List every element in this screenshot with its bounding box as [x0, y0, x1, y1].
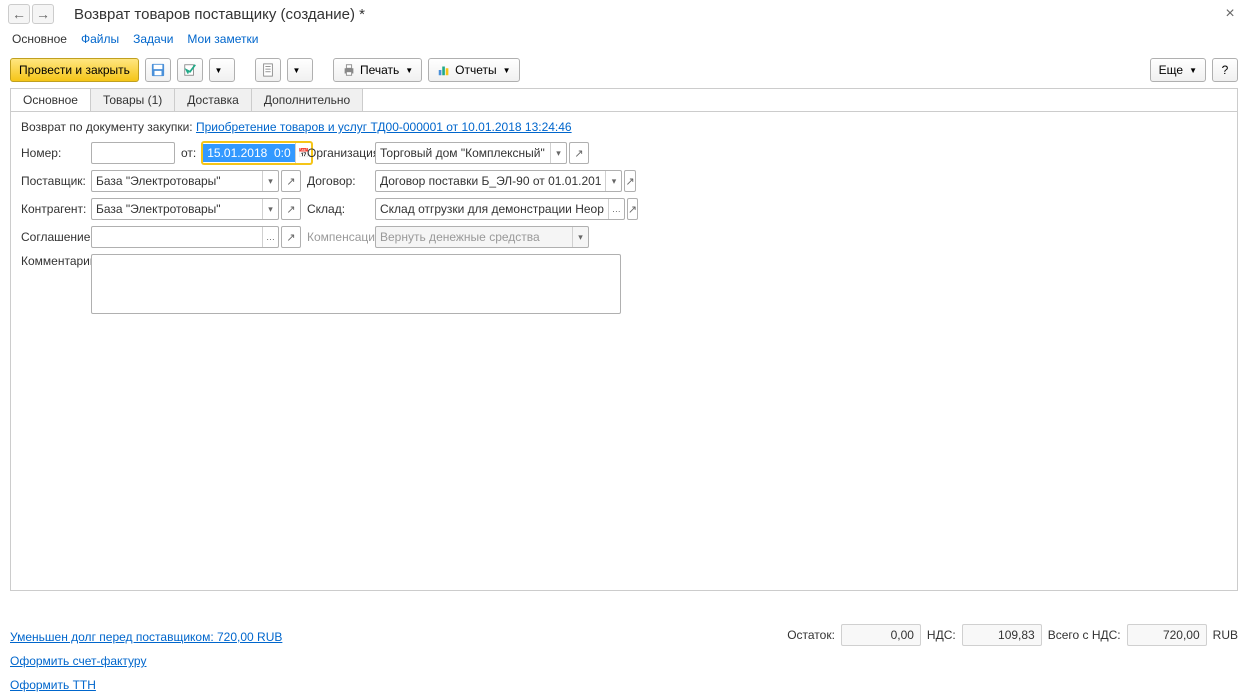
vat-label: НДС:	[927, 628, 956, 642]
ellipsis-icon[interactable]: …	[262, 227, 278, 247]
dropdown-icon[interactable]: ▾	[605, 171, 621, 191]
contract-input[interactable]: Договор поставки Б_ЭЛ-90 от 01.01.201 ▾	[375, 170, 622, 192]
contract-label: Договор:	[307, 174, 369, 188]
open-ref-button[interactable]: ↗	[281, 170, 301, 192]
open-ref-button[interactable]: ↗	[281, 198, 301, 220]
save-button[interactable]	[145, 58, 171, 82]
counterparty-label: Контрагент:	[21, 202, 85, 216]
post-button[interactable]	[177, 58, 203, 82]
org-input[interactable]: Торговый дом "Комплексный" ▾	[375, 142, 567, 164]
from-label: от:	[181, 146, 196, 160]
vat-value: 109,83	[962, 624, 1042, 646]
more-button[interactable]: Еще ▼	[1150, 58, 1206, 82]
print-button[interactable]: Печать ▼	[333, 58, 422, 82]
open-ref-button[interactable]: ↗	[281, 226, 301, 248]
printer-icon	[342, 63, 356, 77]
dropdown-icon[interactable]: ▾	[550, 143, 566, 163]
save-icon	[151, 63, 165, 77]
tab-goods[interactable]: Товары (1)	[91, 89, 175, 111]
org-label: Организация:	[307, 146, 369, 160]
invoice-link[interactable]: Оформить счет-фактуру	[10, 654, 282, 668]
compensation-input: Вернуть денежные средства ▾	[375, 226, 589, 248]
source-doc-link[interactable]: Приобретение товаров и услуг ТД00-000001…	[196, 120, 572, 134]
window-title: Возврат товаров поставщику (создание) *	[74, 6, 1220, 23]
tab-main[interactable]: Основное	[11, 89, 91, 111]
help-button[interactable]: ?	[1212, 58, 1238, 82]
caret-down-icon: ▼	[292, 66, 300, 75]
dropdown-icon[interactable]: ▾	[262, 199, 278, 219]
compensation-label: Компенсация:	[307, 230, 369, 244]
number-label: Номер:	[21, 146, 85, 160]
caret-down-icon: ▼	[503, 66, 511, 75]
post-and-close-button[interactable]: Провести и закрыть	[10, 58, 139, 82]
number-input[interactable]	[91, 142, 175, 164]
reports-button[interactable]: Отчеты ▼	[428, 58, 519, 82]
total-label: Всего с НДС:	[1048, 628, 1121, 642]
nav-back-button[interactable]: ←	[8, 4, 30, 24]
post-icon	[183, 63, 197, 77]
counterparty-input[interactable]: База "Электротовары" ▾	[91, 198, 279, 220]
linktab-tasks[interactable]: Задачи	[133, 32, 173, 46]
linktab-notes[interactable]: Мои заметки	[187, 32, 258, 46]
linktab-files[interactable]: Файлы	[81, 32, 119, 46]
caret-down-icon: ▼	[405, 66, 413, 75]
agreement-input[interactable]: …	[91, 226, 279, 248]
debt-link[interactable]: Уменьшен долг перед поставщиком: 720,00 …	[10, 630, 282, 644]
currency-label: RUB	[1213, 628, 1238, 642]
supplier-label: Поставщик:	[21, 174, 85, 188]
balance-label: Остаток:	[787, 628, 835, 642]
caret-down-icon: ▼	[214, 66, 222, 75]
create-based-on-button[interactable]: ▼	[209, 58, 235, 82]
tab-extra[interactable]: Дополнительно	[252, 89, 363, 111]
open-ref-button[interactable]: ↗	[569, 142, 589, 164]
chart-icon	[437, 63, 451, 77]
warehouse-input[interactable]: Склад отгрузки для демонстрации Неор …	[375, 198, 625, 220]
doc-button-1[interactable]	[255, 58, 281, 82]
comment-label: Комментарий:	[21, 254, 85, 268]
date-input[interactable]: 📅	[202, 142, 312, 164]
linktab-main[interactable]: Основное	[12, 32, 67, 46]
open-ref-button[interactable]: ↗	[624, 170, 635, 192]
doc-icon	[261, 63, 275, 77]
dropdown-icon: ▾	[572, 227, 588, 247]
comment-input[interactable]	[91, 254, 621, 314]
total-value: 720,00	[1127, 624, 1207, 646]
open-ref-button[interactable]: ↗	[627, 198, 638, 220]
ellipsis-icon[interactable]: …	[608, 199, 624, 219]
ttn-link[interactable]: Оформить ТТН	[10, 678, 282, 692]
close-button[interactable]: ×	[1220, 5, 1240, 23]
balance-value: 0,00	[841, 624, 921, 646]
supplier-input[interactable]: База "Электротовары" ▾	[91, 170, 279, 192]
agreement-label: Соглашение:	[21, 230, 85, 244]
caret-down-icon: ▼	[1189, 66, 1197, 75]
warehouse-label: Склад:	[307, 202, 369, 216]
source-doc-label: Возврат по документу закупки:	[21, 120, 193, 134]
nav-forward-button[interactable]: →	[32, 4, 54, 24]
tab-delivery[interactable]: Доставка	[175, 89, 252, 111]
dropdown-icon[interactable]: ▾	[262, 171, 278, 191]
doc-button-2[interactable]: ▼	[287, 58, 313, 82]
